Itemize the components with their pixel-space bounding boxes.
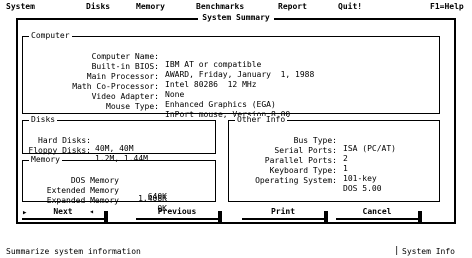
other-info-row: Operating System: DOS 5.00 xyxy=(229,169,441,193)
other-info-group: Other Info Bus Type: ISA (PC/AT) Serial … xyxy=(228,116,441,202)
menu-report[interactable]: Report xyxy=(278,3,307,11)
memory-row: Extended Memory 1,408K xyxy=(23,179,217,203)
disks-row: Hard Disks: 40M, 40M xyxy=(23,129,217,153)
button-shadow xyxy=(104,211,108,222)
cancel-button[interactable]: Cancel xyxy=(336,207,422,222)
computer-row: Built-in BIOS: AWARD, Friday, January 1,… xyxy=(23,55,441,79)
computer-row: Main Processor: Intel 80286 12 MHz xyxy=(23,65,441,89)
system-summary-dialog: System Summary Computer Computer Name: I… xyxy=(16,13,456,224)
other-info-row: Keyboard Type: 101-key xyxy=(229,159,441,183)
computer-row: Video Adapter: Enhanced Graphics (EGA) xyxy=(23,85,441,109)
disks-group-title: Disks xyxy=(29,115,58,124)
floppy-disks-label: Floppy Disks: xyxy=(28,146,91,155)
next-button-label: Next xyxy=(53,207,73,216)
computer-group: Computer Computer Name: IBM AT or compat… xyxy=(22,32,441,119)
cancel-button-label: Cancel xyxy=(362,207,392,216)
computer-row: Math Co-Processor: None xyxy=(23,75,441,99)
other-info-row: Bus Type: ISA (PC/AT) xyxy=(229,129,441,153)
menu-help[interactable]: F1=Help xyxy=(430,3,464,11)
button-shadow xyxy=(218,211,222,222)
menu-quit[interactable]: Quit! xyxy=(338,3,362,11)
computer-row: Computer Name: IBM AT or compatible xyxy=(23,45,441,69)
status-message: Summarize system information xyxy=(6,247,141,256)
other-info-group-title: Other Info xyxy=(235,115,288,124)
dialog-title: System Summary xyxy=(198,13,274,22)
memory-row: DOS Memory 640K xyxy=(23,169,217,201)
operating-system-value: DOS 5.00 xyxy=(343,184,382,193)
button-shadow xyxy=(418,211,422,222)
focus-indicator-icon: ▸ xyxy=(22,208,28,218)
status-divider: | xyxy=(394,246,400,256)
memory-group-title: Memory xyxy=(29,155,62,164)
operating-system-label: Operating System: xyxy=(255,176,337,185)
menu-bar: System Disks Memory Benchmarks Report Qu… xyxy=(0,0,472,12)
previous-button-label: Previous xyxy=(157,207,197,216)
computer-row: Mouse Type: InPort mouse, Version 8.00 xyxy=(23,95,441,119)
disks-row: Floppy Disks: 1.2M, 1.44M xyxy=(23,139,217,163)
status-bar: Summarize system information | System In… xyxy=(0,246,472,258)
memory-row: Expanded Memory 0K xyxy=(23,189,217,213)
menu-disks[interactable]: Disks xyxy=(86,3,110,11)
memory-group: Memory DOS Memory 640K Extended Memory 1… xyxy=(22,156,217,213)
arrow-left-icon: ◂ xyxy=(89,207,94,216)
mouse-type-label: Mouse Type: xyxy=(106,102,159,111)
expanded-memory-label: Expanded Memory xyxy=(46,196,119,205)
menu-benchmarks[interactable]: Benchmarks xyxy=(196,3,244,11)
next-button[interactable]: ▸ Next ◂ xyxy=(22,207,108,222)
print-button[interactable]: Print xyxy=(242,207,328,222)
status-context: System Info xyxy=(402,247,455,256)
disks-group: Disks Hard Disks: 40M, 40M Floppy Disks:… xyxy=(22,116,217,163)
menu-memory[interactable]: Memory xyxy=(136,3,165,11)
previous-button[interactable]: Previous xyxy=(136,207,222,222)
menu-system[interactable]: System xyxy=(6,3,35,11)
print-button-label: Print xyxy=(270,207,296,216)
button-shadow xyxy=(324,211,328,222)
computer-group-title: Computer xyxy=(29,31,72,40)
other-info-row: Serial Ports: 2 xyxy=(229,139,441,163)
other-info-row: Parallel Ports: 1 xyxy=(229,149,441,173)
